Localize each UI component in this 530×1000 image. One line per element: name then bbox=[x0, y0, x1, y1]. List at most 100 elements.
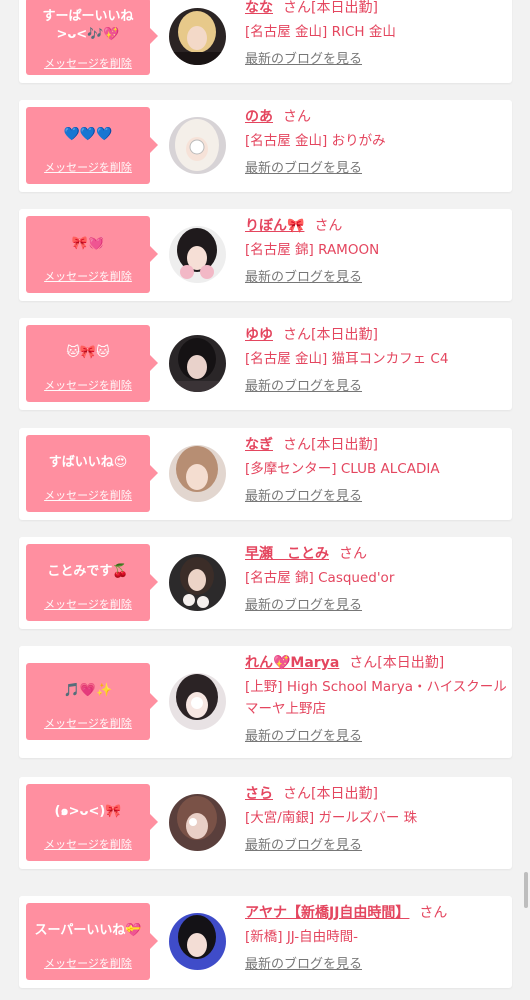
san-label: さん bbox=[283, 327, 311, 343]
message-box: 🐱🎀🐱 メッセージを削除 bbox=[26, 325, 158, 402]
cast-name-link[interactable]: アヤナ【新橋JJ自由時間】 bbox=[245, 905, 409, 921]
message-text: 💙💙💙 bbox=[63, 127, 113, 142]
list-item: (๑>ᴗ<)🎀 メッセージを削除 さら さん[本日出勤] [大宮/南銀] ガールズ… bbox=[19, 777, 512, 869]
list-item: スーパーいいね💝 メッセージを削除 アヤナ【新橋JJ自由時間】 さん [新橋] J… bbox=[19, 896, 512, 988]
message-box: 🎀💓 メッセージを削除 bbox=[26, 216, 158, 293]
blog-link[interactable]: 最新のブログを見る bbox=[245, 727, 362, 747]
avatar[interactable] bbox=[169, 794, 226, 851]
status-badge: [本日出勤] bbox=[311, 0, 378, 16]
message-text: 🎀💓 bbox=[71, 236, 105, 251]
delete-message-link[interactable]: メッセージを削除 bbox=[26, 377, 150, 393]
message-box: スーパーいいね💝 メッセージを削除 bbox=[26, 903, 158, 980]
list-item: 🎀💓 メッセージを削除 りぼん🎀 さん [名古屋 錦] RAMOON 最新のブログ… bbox=[19, 209, 512, 301]
message-text: 🎵💗✨ bbox=[63, 683, 113, 698]
blog-link[interactable]: 最新のブログを見る bbox=[245, 159, 362, 179]
shop-name: [名古屋 金山] 猫耳コンカフェ C4 bbox=[245, 351, 449, 367]
blog-link[interactable]: 最新のブログを見る bbox=[245, 268, 362, 288]
cast-name-link[interactable]: なな bbox=[245, 0, 273, 16]
message-text: すばいいね😍 bbox=[48, 455, 128, 470]
status-badge: [本日出勤] bbox=[377, 655, 445, 671]
san-label: さん bbox=[314, 218, 343, 234]
name-line: ゆゆ さん[本日出勤] bbox=[245, 324, 507, 346]
delete-message-link[interactable]: メッセージを削除 bbox=[26, 55, 150, 71]
blog-link[interactable]: 最新のブログを見る bbox=[245, 487, 362, 507]
list-item: ことみです🍒 メッセージを削除 早瀬 ことみ さん [名古屋 錦] Casqued… bbox=[19, 537, 512, 629]
blog-link[interactable]: 最新のブログを見る bbox=[245, 596, 362, 616]
message-box: 💙💙💙 メッセージを削除 bbox=[26, 107, 158, 184]
message-box: すばいいね😍 メッセージを削除 bbox=[26, 435, 158, 512]
cast-info: のあ さん [名古屋 金山] おりがみ 最新のブログを見る bbox=[245, 106, 507, 179]
blog-link[interactable]: 最新のブログを見る bbox=[245, 377, 362, 397]
name-line: なぎ さん[本日出勤] bbox=[245, 434, 507, 456]
cast-name-link[interactable]: さら bbox=[245, 786, 273, 802]
message-box: (๑>ᴗ<)🎀 メッセージを削除 bbox=[26, 784, 158, 861]
list-item: 🎵💗✨ メッセージを削除 れん💖Marya さん[本日出勤] [上野] High … bbox=[19, 646, 512, 758]
san-label: さん bbox=[339, 546, 367, 562]
name-line: 早瀬 ことみ さん bbox=[245, 543, 507, 565]
cast-info: りぼん🎀 さん [名古屋 錦] RAMOON 最新のブログを見る bbox=[245, 215, 507, 288]
shop-name: [上野] High School Marya・ハイスクールマーヤ上野店 bbox=[245, 679, 507, 717]
name-line: りぼん🎀 さん bbox=[245, 215, 507, 237]
san-label: さん bbox=[283, 0, 311, 16]
avatar[interactable] bbox=[169, 913, 226, 970]
list-item: すばいいね😍 メッセージを削除 なぎ さん[本日出勤] [多摩センター] CLUB… bbox=[19, 428, 512, 520]
delete-message-link[interactable]: メッセージを削除 bbox=[26, 487, 150, 503]
avatar[interactable] bbox=[169, 8, 226, 65]
message-line: すーぱーいいね bbox=[42, 9, 134, 24]
status-badge: [本日出勤] bbox=[311, 786, 378, 802]
blog-link[interactable]: 最新のブログを見る bbox=[245, 50, 362, 70]
cast-name-link[interactable]: のあ bbox=[245, 109, 273, 125]
san-label: さん bbox=[283, 437, 311, 453]
san-label: さん bbox=[349, 655, 378, 671]
list-item: 🐱🎀🐱 メッセージを削除 ゆゆ さん[本日出勤] [名古屋 金山] 猫耳コンカフェ… bbox=[19, 318, 512, 410]
cast-info: れん💖Marya さん[本日出勤] [上野] High School Marya・… bbox=[245, 652, 507, 747]
delete-message-link[interactable]: メッセージを削除 bbox=[26, 836, 150, 852]
san-label: さん bbox=[283, 109, 311, 125]
message-box: ことみです🍒 メッセージを削除 bbox=[26, 544, 158, 621]
delete-message-link[interactable]: メッセージを削除 bbox=[26, 268, 150, 284]
shop-name: [名古屋 錦] Casqued'or bbox=[245, 570, 395, 586]
avatar[interactable] bbox=[169, 226, 226, 283]
avatar[interactable] bbox=[169, 673, 226, 730]
shop-name: [大宮/南銀] ガールズバー 珠 bbox=[245, 810, 418, 826]
message-text: (๑>ᴗ<)🎀 bbox=[54, 804, 122, 819]
message-box: すーぱーいいね >ᴗ<🎶💖 メッセージを削除 bbox=[26, 0, 158, 75]
cast-name-link[interactable]: ゆゆ bbox=[245, 327, 273, 343]
message-box: 🎵💗✨ メッセージを削除 bbox=[26, 663, 158, 740]
list-item: すーぱーいいね >ᴗ<🎶💖 メッセージを削除 なな さん[本日出勤] [名古屋 金… bbox=[19, 0, 512, 83]
list-item: 💙💙💙 メッセージを削除 のあ さん [名古屋 金山] おりがみ 最新のブログを見… bbox=[19, 100, 512, 192]
message-text: 🐱🎀🐱 bbox=[66, 345, 110, 360]
delete-message-link[interactable]: メッセージを削除 bbox=[26, 159, 150, 175]
delete-message-link[interactable]: メッセージを削除 bbox=[26, 715, 150, 731]
delete-message-link[interactable]: メッセージを削除 bbox=[26, 955, 150, 971]
scrollbar[interactable] bbox=[524, 872, 528, 908]
cast-name-link[interactable]: りぼん🎀 bbox=[245, 218, 304, 234]
blog-link[interactable]: 最新のブログを見る bbox=[245, 955, 362, 975]
delete-message-link[interactable]: メッセージを削除 bbox=[26, 596, 150, 612]
cast-info: さら さん[本日出勤] [大宮/南銀] ガールズバー 珠 最新のブログを見る bbox=[245, 783, 507, 856]
cast-info: アヤナ【新橋JJ自由時間】 さん [新橋] JJ-自由時間- 最新のブログを見る bbox=[245, 902, 507, 975]
avatar[interactable] bbox=[169, 335, 226, 392]
shop-name: [新橋] JJ-自由時間- bbox=[245, 929, 359, 945]
name-line: れん💖Marya さん[本日出勤] bbox=[245, 652, 507, 674]
shop-name: [名古屋 金山] RICH 金山 bbox=[245, 24, 396, 40]
name-line: アヤナ【新橋JJ自由時間】 さん bbox=[245, 902, 507, 924]
avatar[interactable] bbox=[169, 117, 226, 174]
cast-name-link[interactable]: れん💖Marya bbox=[245, 655, 339, 671]
cast-info: ゆゆ さん[本日出勤] [名古屋 金山] 猫耳コンカフェ C4 最新のブログを見る bbox=[245, 324, 507, 397]
cast-info: なな さん[本日出勤] [名古屋 金山] RICH 金山 最新のブログを見る bbox=[245, 0, 507, 70]
shop-name: [名古屋 錦] RAMOON bbox=[245, 242, 380, 258]
cast-info: 早瀬 ことみ さん [名古屋 錦] Casqued'or 最新のブログを見る bbox=[245, 543, 507, 616]
shop-name: [多摩センター] CLUB ALCADIA bbox=[245, 461, 440, 477]
status-badge: [本日出勤] bbox=[311, 437, 378, 453]
cast-name-link[interactable]: 早瀬 ことみ bbox=[245, 546, 329, 562]
cast-name-link[interactable]: なぎ bbox=[245, 437, 273, 453]
avatar[interactable] bbox=[169, 445, 226, 502]
name-line: さら さん[本日出勤] bbox=[245, 783, 507, 805]
cast-info: なぎ さん[本日出勤] [多摩センター] CLUB ALCADIA 最新のブログを… bbox=[245, 434, 507, 507]
blog-link[interactable]: 最新のブログを見る bbox=[245, 836, 362, 856]
avatar[interactable] bbox=[169, 554, 226, 611]
name-line: なな さん[本日出勤] bbox=[245, 0, 507, 19]
san-label: さん bbox=[419, 905, 448, 921]
message-line: >ᴗ<🎶💖 bbox=[56, 27, 120, 42]
